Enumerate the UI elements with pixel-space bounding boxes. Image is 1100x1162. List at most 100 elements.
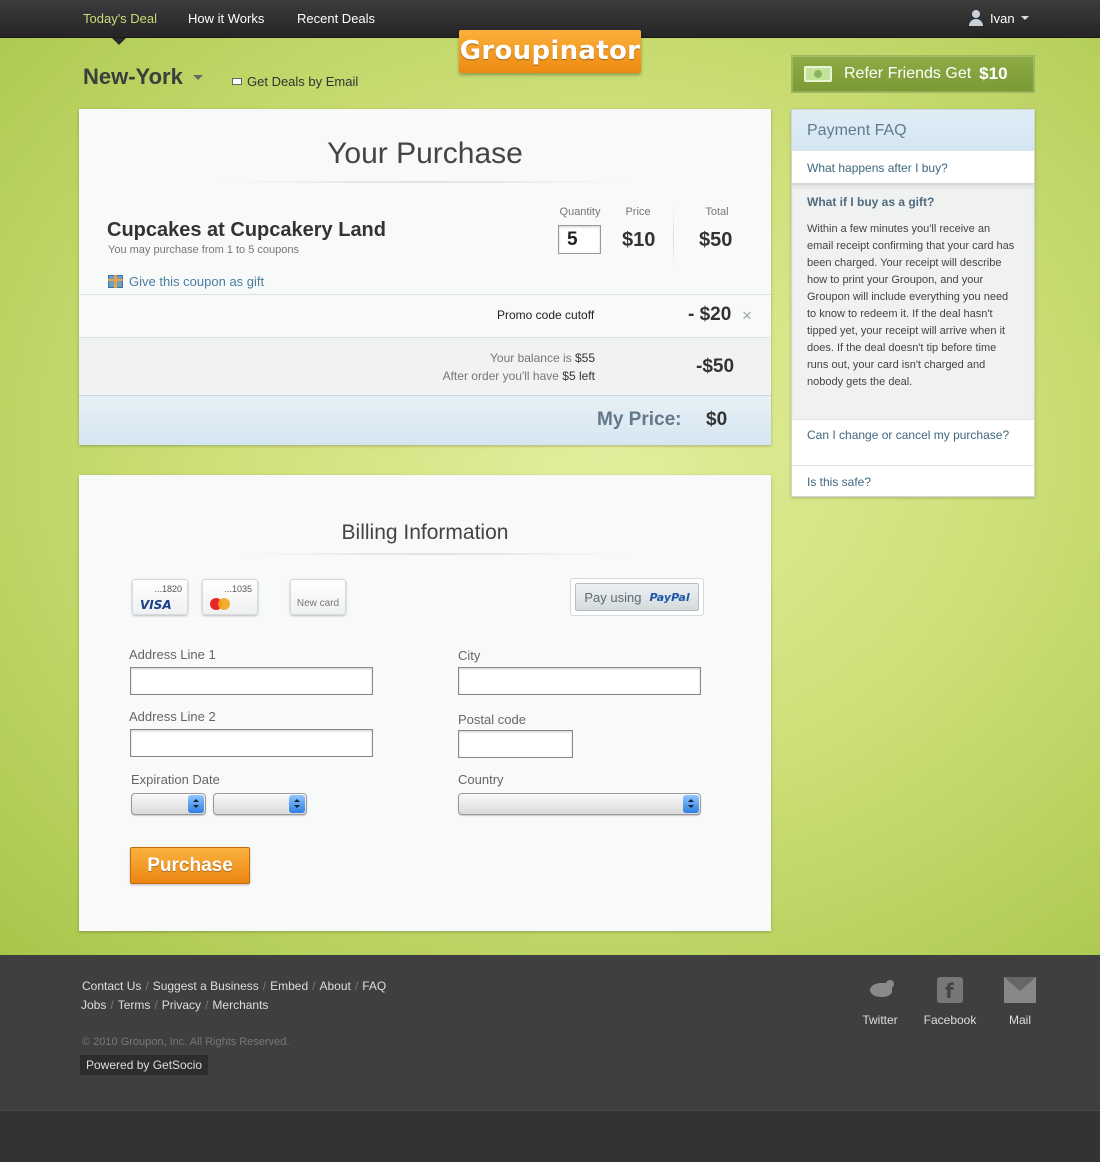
card-number: ...1820 xyxy=(154,584,182,594)
footer-separator: / xyxy=(312,979,316,993)
get-deals-email-link[interactable]: Get Deals by Email xyxy=(232,74,358,89)
faq-open-answer: Within a few minutes you'll receive an e… xyxy=(807,223,1015,388)
purchase-panel: Your Purchase Cupcakes at Cupcakery Land… xyxy=(79,109,771,445)
faq-item-after-buy[interactable]: What happens after I buy? xyxy=(792,150,1034,183)
paypal-text: Pay using xyxy=(584,589,642,605)
balance-text: Your balance is xyxy=(490,351,572,365)
new-card-button[interactable]: New card xyxy=(290,579,346,615)
nav-recent-deals[interactable]: Recent Deals xyxy=(297,11,375,26)
envelope-icon xyxy=(232,78,242,85)
social-facebook[interactable]: Facebook xyxy=(920,977,980,1027)
paypal-button-face: Pay using PayPal xyxy=(575,583,699,611)
select-arrows-icon xyxy=(289,795,305,813)
expiration-label: Expiration Date xyxy=(131,772,220,787)
logo[interactable]: Groupinator xyxy=(459,30,641,73)
footer-separator: / xyxy=(145,979,149,993)
promo-label: Promo code cutoff xyxy=(497,308,595,322)
user-name: Ivan xyxy=(990,10,1015,26)
country-label: Country xyxy=(458,772,504,787)
mail-icon xyxy=(1004,977,1036,1003)
footer-separator: / xyxy=(205,998,209,1012)
refer-friends-button[interactable]: Refer Friends Get $10 xyxy=(791,55,1035,93)
quantity-header: Quantity xyxy=(559,206,601,218)
after-order-line: After order you'll have $5 left xyxy=(443,369,595,383)
money-icon xyxy=(804,66,832,82)
faq-item-change-cancel[interactable]: Can I change or cancel my purchase? xyxy=(792,419,1034,465)
city-selector[interactable]: New-York xyxy=(83,64,203,90)
footer: Contact Us / Suggest a Business / Embed / Abou… xyxy=(0,955,1100,1110)
social-label: Facebook xyxy=(923,1013,977,1027)
title-divider xyxy=(209,181,639,183)
visa-icon: VISA xyxy=(140,598,172,612)
row-divider xyxy=(79,337,771,338)
saved-card-mastercard[interactable]: ...1035 xyxy=(202,579,258,615)
card-number: ...1035 xyxy=(224,584,252,594)
address1-label: Address Line 1 xyxy=(129,647,216,662)
after-order-amount: $5 left xyxy=(562,369,595,383)
expiration-month-select[interactable] xyxy=(131,793,206,815)
footer-link-contact[interactable]: Contact Us xyxy=(82,979,141,993)
select-arrows-icon xyxy=(683,795,699,813)
social-twitter[interactable]: Twitter xyxy=(850,977,910,1027)
social-label: Mail xyxy=(1008,1013,1031,1027)
footer-link-faq[interactable]: FAQ xyxy=(362,979,386,993)
address1-input[interactable] xyxy=(130,667,373,695)
expiration-year-select[interactable] xyxy=(213,793,307,815)
city-input[interactable] xyxy=(458,667,701,695)
faq-open-question: What if I buy as a gift? xyxy=(807,195,935,209)
balance-line: Your balance is $55 xyxy=(490,351,595,365)
footer-link-terms[interactable]: Terms xyxy=(118,998,151,1012)
footer-separator: / xyxy=(262,979,267,993)
pay-with-paypal-button[interactable]: Pay using PayPal xyxy=(570,578,704,616)
footer-links-row2: Jobs / Terms / Privacy / Merchants xyxy=(81,998,268,1012)
footer-separator: / xyxy=(154,998,158,1012)
faq-item-is-safe[interactable]: Is this safe? xyxy=(792,465,1034,496)
faq-title: Payment FAQ xyxy=(792,110,1034,150)
total-value: $50 xyxy=(699,229,733,251)
footer-link-privacy[interactable]: Privacy xyxy=(162,998,201,1012)
column-divider xyxy=(673,207,674,267)
remove-promo-close-icon[interactable]: × xyxy=(742,306,752,326)
address2-input[interactable] xyxy=(130,729,373,757)
footer-link-suggest[interactable]: Suggest a Business xyxy=(153,979,259,993)
billing-title: Billing Information xyxy=(341,521,509,544)
balance-row: Your balance is $55 After order you'll h… xyxy=(79,337,771,395)
social-mail[interactable]: Mail xyxy=(990,977,1050,1027)
chevron-down-icon xyxy=(192,74,203,80)
postal-label: Postal code xyxy=(458,712,526,727)
price-value: $10 xyxy=(622,229,656,251)
country-select[interactable] xyxy=(458,793,701,815)
social-label: Twitter xyxy=(862,1013,898,1027)
new-card-label: New card xyxy=(296,598,340,609)
footer-link-embed[interactable]: Embed xyxy=(270,979,308,993)
footer-separator: / xyxy=(354,979,359,993)
purchase-title: Your Purchase xyxy=(327,137,523,170)
payment-faq: Payment FAQ What happens after I buy? Wh… xyxy=(791,109,1035,497)
footer-link-jobs[interactable]: Jobs xyxy=(81,998,106,1012)
user-menu[interactable]: Ivan xyxy=(968,10,1029,26)
postal-code-input[interactable] xyxy=(458,730,573,758)
refer-label: Refer Friends Get xyxy=(844,65,972,82)
powered-by-link[interactable]: Powered by GetSocio xyxy=(80,1055,209,1075)
copyright: © 2010 Groupon, Inc. All Rights Reserved… xyxy=(82,1036,290,1048)
purchase-button[interactable]: Purchase xyxy=(130,847,250,884)
active-nav-pointer xyxy=(112,38,126,45)
footer-link-merchants[interactable]: Merchants xyxy=(212,998,268,1012)
gift-icon xyxy=(108,275,123,288)
mastercard-icon xyxy=(210,598,232,610)
faq-item-gift-expanded[interactable]: What if I buy as a gift? Within a few mi… xyxy=(792,183,1034,419)
footer-link-about[interactable]: About xyxy=(320,979,351,993)
twitter-icon xyxy=(864,977,896,1003)
price-header: Price xyxy=(625,206,651,218)
after-order-text: After order you'll have xyxy=(442,369,559,383)
paypal-logo: PayPal xyxy=(649,590,690,604)
facebook-icon xyxy=(937,977,963,1003)
gift-coupon-link[interactable]: Give this coupon as gift xyxy=(108,274,264,289)
nav-todays-deal[interactable]: Today's Deal xyxy=(83,11,157,26)
refer-amount: $10 xyxy=(979,64,1008,83)
nav-how-it-works[interactable]: How it Works xyxy=(188,11,264,26)
address2-label: Address Line 2 xyxy=(129,709,216,724)
chevron-down-icon xyxy=(1020,16,1029,20)
quantity-input[interactable]: 5 xyxy=(558,225,601,254)
saved-card-visa[interactable]: ...1820 VISA xyxy=(132,579,188,615)
